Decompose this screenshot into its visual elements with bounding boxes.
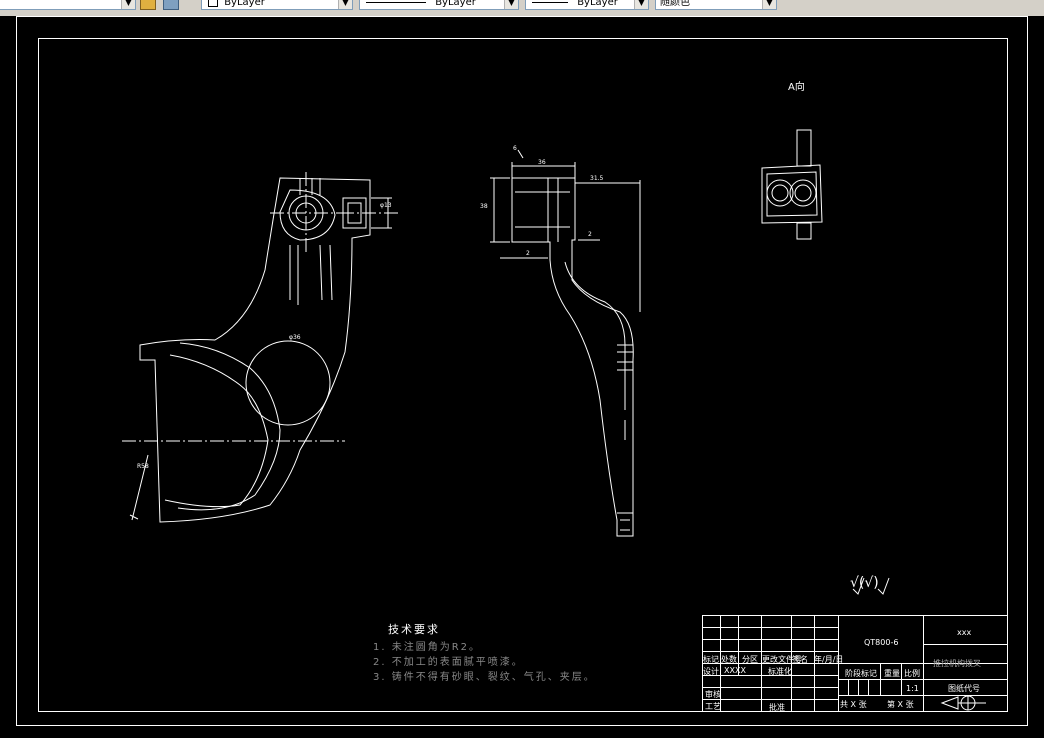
lineweight-dropdown[interactable]: ByLayer ▼	[525, 0, 649, 10]
front-view	[139, 177, 371, 523]
chevron-down-icon: ▼	[504, 0, 518, 9]
color-value: ByLayer	[224, 0, 265, 8]
layer-tool-icon[interactable]	[140, 0, 156, 10]
center-lines	[122, 172, 400, 442]
design-name: XXXX	[724, 666, 746, 675]
outer-frame	[16, 16, 1028, 726]
color-dropdown[interactable]: ByLayer ▼	[201, 0, 353, 10]
a-view	[761, 129, 823, 240]
sheets-text: 共 X 张	[840, 700, 867, 709]
title-block-header: 签名	[792, 655, 808, 664]
chevron-down-icon: ▼	[121, 0, 135, 9]
properties-toolbar: ▼ ByLayer ▼ ByLayer ▼ ByLayer ▼ 随颜色 ▼	[0, 0, 1044, 16]
layer-dropdown[interactable]: ▼	[0, 0, 136, 10]
scale-value: 1:1	[906, 684, 919, 693]
title-block-header: 年/月/日	[814, 655, 844, 664]
scale-label: 比例	[904, 669, 920, 678]
dimension-text: 36	[538, 159, 546, 166]
linetype-value: ByLayer	[435, 0, 476, 8]
standardize-label: 标准化	[768, 667, 792, 676]
lineweight-value: ByLayer	[577, 0, 618, 8]
sheet-no-text: 第 X 张	[887, 700, 914, 709]
drawing-svg	[16, 16, 1028, 726]
check-label: 审核	[705, 690, 721, 699]
plotstyle-value: 随颜色	[660, 0, 690, 8]
dimension-text: 6	[513, 145, 517, 152]
weight-label: 重量	[884, 669, 900, 678]
company-text: xxx	[957, 628, 972, 637]
requirement-line: 2. 不加工的表面腻平喷漆。	[373, 657, 524, 668]
process-label: 工艺	[705, 702, 721, 711]
roughness-text: √(√)	[850, 575, 879, 591]
stage-label: 阶段标记	[845, 669, 877, 678]
approve-label: 批准	[769, 703, 785, 712]
side-view	[511, 177, 634, 537]
dimension-text: 2	[588, 231, 592, 238]
dimension-text: R58	[137, 463, 149, 470]
requirement-line: 1. 未注圆角为R2。	[373, 642, 482, 653]
inner-frame	[38, 38, 1008, 712]
dimension-text: 31.5	[590, 175, 604, 182]
linetype-dropdown[interactable]: ByLayer ▼	[359, 0, 519, 10]
chevron-down-icon: ▼	[634, 0, 648, 9]
chevron-down-icon: ▼	[762, 0, 776, 9]
view-label: A向	[788, 82, 805, 93]
design-label: 设计	[703, 667, 719, 676]
material-text: QT800-6	[864, 638, 899, 647]
dimension-text: 38	[480, 203, 488, 210]
layer-states-icon[interactable]	[163, 0, 179, 10]
lineweight-preview-icon	[532, 1, 568, 3]
title-block-header: 分区	[742, 655, 758, 664]
color-swatch-icon	[208, 0, 218, 7]
requirement-line: 3. 铸件不得有砂眼、裂纹、气孔、夹层。	[373, 672, 596, 683]
linetype-preview-icon	[366, 1, 426, 3]
code-label: 图纸代号	[948, 684, 980, 693]
chevron-down-icon: ▼	[338, 0, 352, 9]
dimension-text: 2	[526, 250, 530, 257]
title-block-header: 处数	[721, 655, 737, 664]
part-name-text: 推拉机构拨叉	[933, 659, 981, 668]
title-block-header: 标记	[703, 655, 719, 664]
dimension-text: φ36	[289, 334, 301, 341]
dimension-text: φ13	[380, 202, 392, 209]
plotstyle-dropdown[interactable]: 随颜色 ▼	[655, 0, 777, 10]
drawing-canvas[interactable]: A向 36 31.5 38 2 2 φ13 φ36 R58 6 √(√) 技术要…	[0, 16, 1044, 738]
requirements-title: 技术要求	[388, 623, 440, 636]
